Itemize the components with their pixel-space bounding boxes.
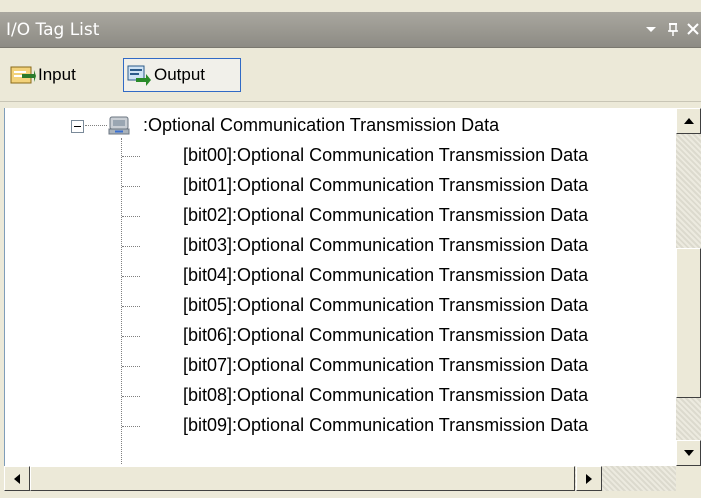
tree-connector	[122, 426, 140, 427]
tree-item[interactable]: [bit02]:Optional Communication Transmiss…	[5, 202, 677, 232]
tree-item-label: [bit06]:Optional Communication Transmiss…	[183, 325, 589, 345]
top-strip	[0, 0, 701, 12]
horizontal-scroll-thumb[interactable]	[30, 466, 575, 491]
title-bar[interactable]: I/O Tag List	[0, 12, 701, 48]
tree-item[interactable]: [bit03]:Optional Communication Transmiss…	[5, 232, 677, 262]
tree-item[interactable]: [bit07]:Optional Communication Transmiss…	[5, 352, 677, 382]
tree-item-label: [bit05]:Optional Communication Transmiss…	[183, 295, 589, 315]
input-icon	[10, 64, 36, 86]
output-button-label: Output	[154, 65, 206, 84]
scrollbar-corner	[676, 466, 701, 491]
tree-item[interactable]: [bit04]:Optional Communication Transmiss…	[5, 262, 677, 292]
pin-icon[interactable]	[662, 18, 684, 40]
tree-item[interactable]: [bit06]:Optional Communication Transmiss…	[5, 322, 677, 352]
input-button-label: Input	[38, 65, 76, 84]
tag-tree[interactable]: :Optional Communication Transmission Dat…	[4, 108, 677, 466]
tree-item[interactable]: [bit08]:Optional Communication Transmiss…	[5, 382, 677, 412]
collapse-toggle-icon[interactable]	[71, 118, 85, 133]
dropdown-arrow-icon[interactable]	[640, 18, 662, 40]
tree-item-label: [bit07]:Optional Communication Transmiss…	[183, 355, 589, 375]
tree-connector	[122, 306, 140, 307]
bottom-strip	[0, 491, 701, 498]
tree-item[interactable]: [bit09]:Optional Communication Transmiss…	[5, 412, 677, 442]
scroll-left-button[interactable]	[4, 466, 30, 491]
tree-root-row[interactable]: :Optional Communication Transmission Dat…	[5, 112, 677, 142]
tree-connector	[85, 125, 107, 126]
arrow-down-icon	[683, 450, 694, 456]
tree-connector	[122, 276, 140, 277]
vertical-scrollbar[interactable]	[676, 108, 701, 466]
close-icon[interactable]	[684, 18, 701, 40]
io-tag-list-panel: I/O Tag List Input Output:Optional Comm…	[0, 0, 701, 498]
scroll-down-button[interactable]	[676, 440, 701, 466]
tree-item-label: [bit00]:Optional Communication Transmiss…	[183, 145, 589, 165]
tree-connector	[122, 186, 140, 187]
tree-root-label: :Optional Communication Transmission Dat…	[143, 115, 500, 135]
tree-item-label: [bit01]:Optional Communication Transmiss…	[183, 175, 589, 195]
vertical-scroll-thumb[interactable]	[676, 248, 701, 398]
tree-connector	[122, 156, 140, 157]
tree-item-label: [bit03]:Optional Communication Transmiss…	[183, 235, 589, 255]
tree-connector	[122, 396, 140, 397]
tree-connector	[122, 216, 140, 217]
horizontal-scrollbar[interactable]	[4, 466, 676, 491]
input-button[interactable]: Input	[8, 58, 80, 92]
tree-connector	[122, 336, 140, 337]
tree-connector	[122, 246, 140, 247]
tree-item-label: [bit08]:Optional Communication Transmiss…	[183, 385, 589, 405]
scroll-right-button[interactable]	[576, 466, 602, 491]
tree-item-label: [bit02]:Optional Communication Transmiss…	[183, 205, 589, 225]
tree-item-label: [bit04]:Optional Communication Transmiss…	[183, 265, 589, 285]
arrow-left-icon	[14, 473, 20, 484]
output-icon	[126, 64, 152, 86]
tree-item-label: [bit09]:Optional Communication Transmiss…	[183, 415, 589, 435]
tree-item[interactable]: [bit05]:Optional Communication Transmiss…	[5, 292, 677, 322]
tree-item[interactable]: [bit00]:Optional Communication Transmiss…	[5, 142, 677, 172]
window-title: I/O Tag List	[6, 20, 100, 40]
scroll-up-button[interactable]	[676, 108, 701, 134]
tree-connector	[122, 366, 140, 367]
device-icon	[107, 114, 133, 138]
arrow-right-icon	[586, 473, 592, 484]
output-button[interactable]: Output	[123, 58, 241, 92]
toolbar: Input Output	[0, 48, 701, 102]
arrow-up-icon	[683, 118, 694, 124]
tree-item[interactable]: [bit01]:Optional Communication Transmiss…	[5, 172, 677, 202]
